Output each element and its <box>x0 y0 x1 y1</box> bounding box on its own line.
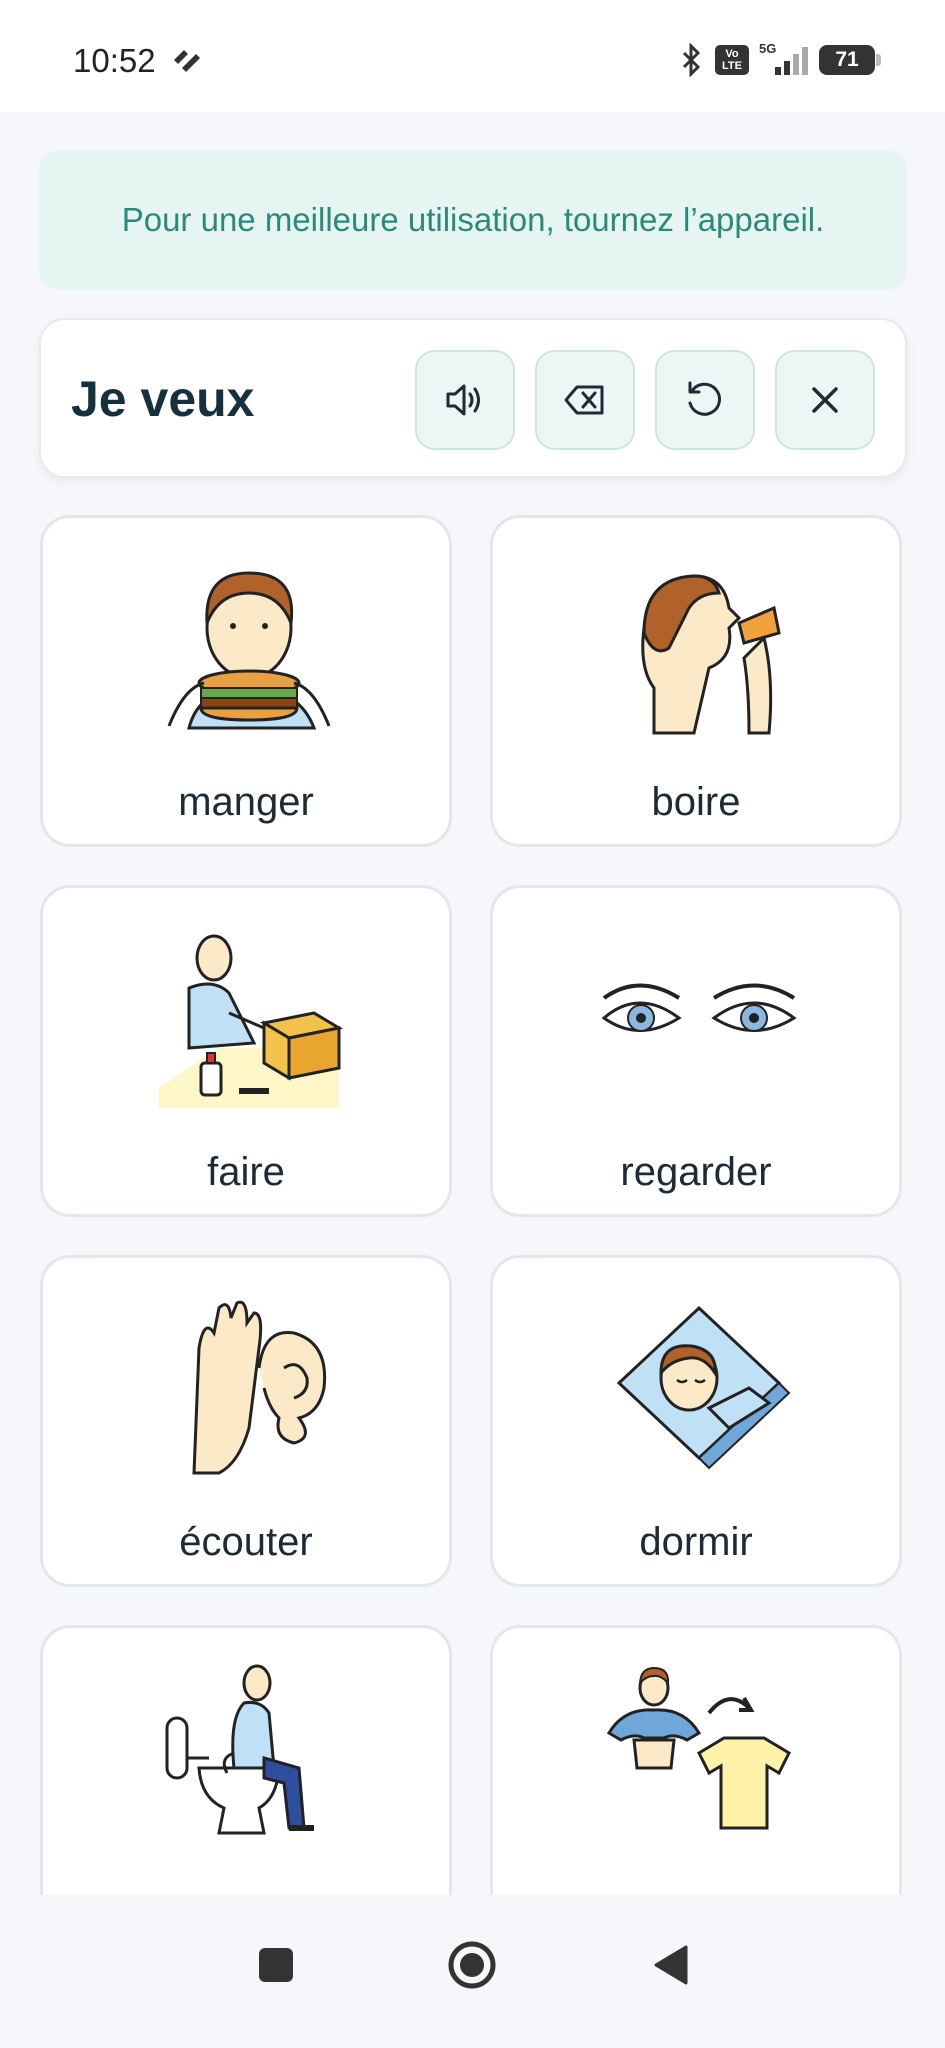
card-boire[interactable]: boire <box>490 515 902 847</box>
circle-icon <box>448 1941 496 1989</box>
card-regarder[interactable]: regarder <box>490 885 902 1217</box>
sleeping-pictogram <box>616 1305 791 1470</box>
card-faire[interactable]: faire <box>40 885 452 1217</box>
card-label: manger <box>178 780 314 824</box>
triangle-back-icon <box>654 1945 688 1985</box>
notification-icon <box>174 50 200 72</box>
card-label: dormir <box>639 1520 753 1564</box>
card-manger[interactable]: manger <box>40 515 452 847</box>
card-label: faire <box>207 1150 285 1194</box>
card-undress[interactable] <box>490 1625 902 1895</box>
battery-icon: 71 <box>819 45 881 75</box>
cellular-signal-icon: 5G <box>759 41 809 77</box>
undress-shirt-pictogram <box>606 1666 791 1830</box>
phrase-text: Je veux <box>71 371 255 427</box>
phrase-bar: Je veux <box>39 318 907 478</box>
drinking-glass-pictogram <box>641 574 781 735</box>
ear-pictogram <box>192 1300 327 1475</box>
card-toilet[interactable] <box>40 1625 452 1895</box>
delete-last-button[interactable] <box>535 350 635 450</box>
banner-text: Pour une meilleure utilisation, tournez … <box>121 201 825 238</box>
card-label: boire <box>651 780 741 824</box>
status-bar: 10:52 Vo LTE 5G 71 <box>0 0 945 112</box>
toilet-pictogram <box>165 1664 314 1835</box>
card-label: écouter <box>179 1520 313 1564</box>
close-icon <box>812 387 838 413</box>
card-ecouter[interactable]: écouter <box>40 1255 452 1587</box>
system-nav-bar <box>0 1895 945 2048</box>
making-box-pictogram <box>159 934 344 1108</box>
bluetooth-icon <box>682 43 701 77</box>
eating-burger-pictogram <box>167 571 331 730</box>
card-dormir[interactable]: dormir <box>490 1255 902 1587</box>
rotate-device-banner: Pour une meilleure utilisation, tournez … <box>39 150 907 290</box>
back-button[interactable] <box>640 1935 700 1995</box>
square-icon <box>259 1948 293 1982</box>
undo-icon <box>688 381 722 416</box>
eyes-pictogram <box>601 983 797 1032</box>
status-indicators: Vo LTE 5G 71 <box>679 40 881 80</box>
volte-icon: Vo LTE <box>715 45 749 75</box>
status-time: 10:52 <box>73 42 156 79</box>
reset-button[interactable] <box>655 350 755 450</box>
recents-button[interactable] <box>246 1935 306 1995</box>
home-button[interactable] <box>442 1935 502 1995</box>
backspace-icon <box>564 385 604 415</box>
speak-button[interactable] <box>415 350 515 450</box>
close-button[interactable] <box>775 350 875 450</box>
pictogram-grid: manger boire faire regarder écouter dorm… <box>0 510 945 1895</box>
card-label: regarder <box>620 1150 772 1194</box>
speaker-icon <box>446 384 480 416</box>
